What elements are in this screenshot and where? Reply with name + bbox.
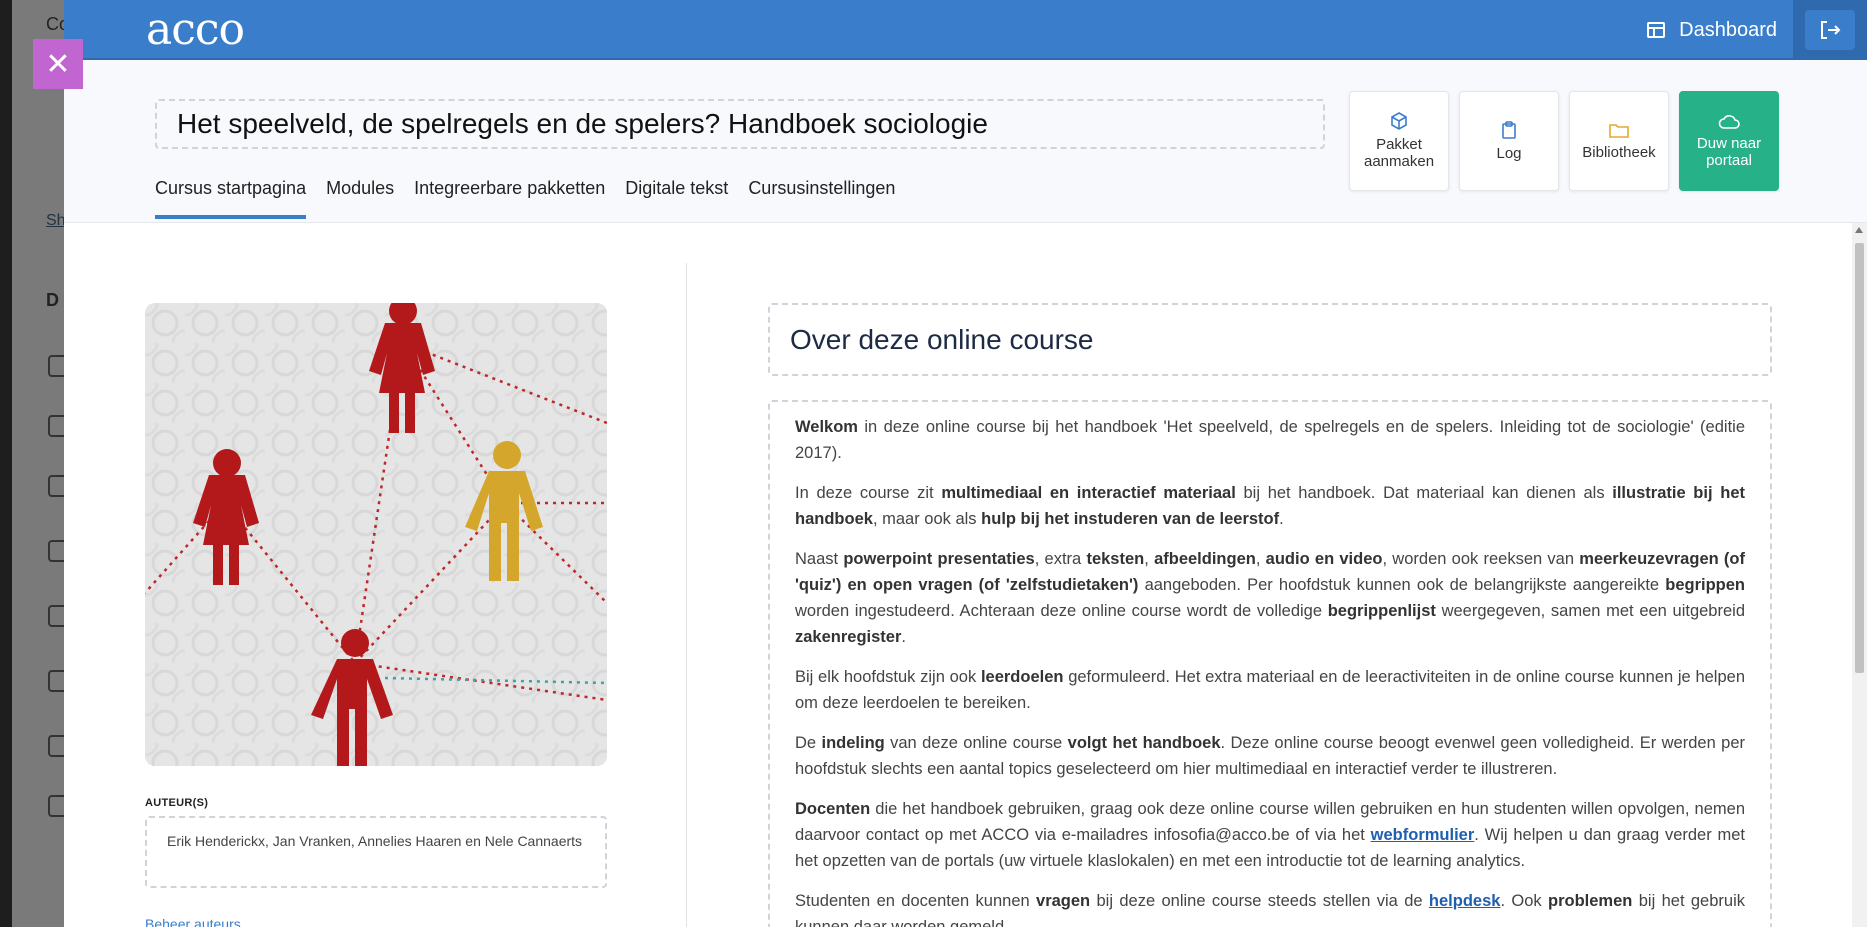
column-divider — [686, 263, 687, 927]
manage-authors-link[interactable]: Beheer auteurs — [145, 916, 607, 927]
log-label: Log — [1496, 144, 1522, 162]
background-flag-icon — [48, 670, 64, 692]
paragraph-welcome: Welkom in deze online course bij het han… — [795, 418, 1745, 462]
dashboard-icon — [1647, 22, 1666, 38]
header-actions: Pakket aanmaken Log Bibliotheek Duw naar… — [1349, 91, 1779, 191]
background-users-icon — [48, 415, 64, 437]
course-cover-image — [145, 303, 607, 766]
logout-button[interactable] — [1805, 10, 1855, 50]
top-bar: acco Dashboard — [64, 0, 1867, 60]
scroll-thumb[interactable] — [1855, 243, 1864, 673]
about-title-field[interactable]: Over deze online course — [768, 303, 1772, 376]
course-header: Het speelveld, de spelregels en de spele… — [64, 60, 1867, 223]
helpdesk-link[interactable]: helpdesk — [1429, 892, 1501, 910]
library-button[interactable]: Bibliotheek — [1569, 91, 1669, 191]
paragraph-content-types: Naast powerpoint presentaties, extra tek… — [795, 550, 1746, 646]
create-package-label: Pakket aanmaken — [1364, 136, 1435, 170]
authors-label: AUTEUR(S) — [145, 797, 209, 809]
background-lock-icon — [48, 540, 64, 562]
tab-integreerbare-pakketten[interactable]: Integreerbare pakketten — [414, 178, 605, 219]
paragraph-teachers: Docenten die het handboek gebruiken, gra… — [795, 800, 1745, 870]
log-button[interactable]: Log — [1459, 91, 1559, 191]
create-package-button[interactable]: Pakket aanmaken — [1349, 91, 1449, 191]
library-label: Bibliotheek — [1582, 143, 1656, 161]
background-title: Co — [46, 14, 64, 34]
course-description: Over deze online course Welkom in deze o… — [768, 303, 1772, 927]
authors-field[interactable]: Erik Henderickx, Jan Vranken, Annelies H… — [145, 816, 607, 888]
course-sidebar: AUTEUR(S) Erik Henderickx, Jan Vranken, … — [145, 303, 607, 927]
background-user-icon — [48, 355, 64, 377]
web-form-link[interactable]: webformulier — [1371, 826, 1475, 844]
tab-cursus-startpagina[interactable]: Cursus startpagina — [155, 178, 307, 219]
dashboard-label: Dashboard — [1679, 18, 1777, 41]
course-modal: acco Dashboard Het speelveld, de spelreg… — [64, 0, 1867, 927]
about-body-field[interactable]: Welkom in deze online course bij het han… — [768, 400, 1772, 927]
background-link: Sh — [46, 212, 64, 229]
scroll-up-arrow-icon[interactable] — [1855, 227, 1863, 233]
folder-icon — [1609, 123, 1629, 138]
acco-logo: acco — [146, 4, 245, 55]
paragraph-goals: Bij elk hoofdstuk zijn ook leerdoelen ge… — [795, 668, 1745, 712]
package-icon — [1391, 112, 1407, 130]
course-tabs: Cursus startpagina Modules Integreerbare… — [155, 178, 895, 219]
logout-icon — [1821, 21, 1841, 39]
tab-digitale-tekst[interactable]: Digitale tekst — [625, 178, 728, 219]
background-tool-icon — [48, 735, 64, 757]
tab-modules[interactable]: Modules — [326, 178, 394, 219]
cloud-icon — [1718, 115, 1740, 129]
logout-area — [1793, 0, 1867, 60]
background-id-icon — [48, 795, 64, 817]
tab-cursusinstellingen[interactable]: Cursusinstellingen — [748, 178, 895, 219]
background-clipboard-icon — [48, 605, 64, 627]
dashboard-button[interactable]: Dashboard — [1647, 0, 1777, 60]
push-to-portal-button[interactable]: Duw naar portaal — [1679, 91, 1779, 191]
course-title: Het speelveld, de spelregels en de spele… — [177, 108, 988, 139]
background-heading: D — [46, 290, 59, 310]
course-title-field[interactable]: Het speelveld, de spelregels en de spele… — [155, 99, 1325, 149]
close-button[interactable]: ✕ — [33, 39, 83, 89]
background-edge — [0, 0, 12, 927]
background-image-icon — [48, 475, 64, 497]
course-content: AUTEUR(S) Erik Henderickx, Jan Vranken, … — [64, 223, 1852, 927]
authors-names: Erik Henderickx, Jan Vranken, Annelies H… — [167, 833, 583, 849]
paragraph-material: In deze course zit multimediaal en inter… — [795, 484, 1745, 528]
paragraph-structure: De indeling van deze online course volgt… — [795, 734, 1745, 778]
paragraph-questions: Studenten en docenten kunnen vragen bij … — [795, 892, 1745, 927]
clipboard-icon — [1502, 120, 1516, 139]
about-title: Over deze online course — [790, 323, 1094, 355]
push-to-portal-label: Duw naar portaal — [1696, 135, 1762, 169]
background-app: Co Sh D — [0, 0, 64, 927]
close-icon: ✕ — [45, 47, 71, 81]
content-scrollbar[interactable] — [1852, 223, 1867, 927]
